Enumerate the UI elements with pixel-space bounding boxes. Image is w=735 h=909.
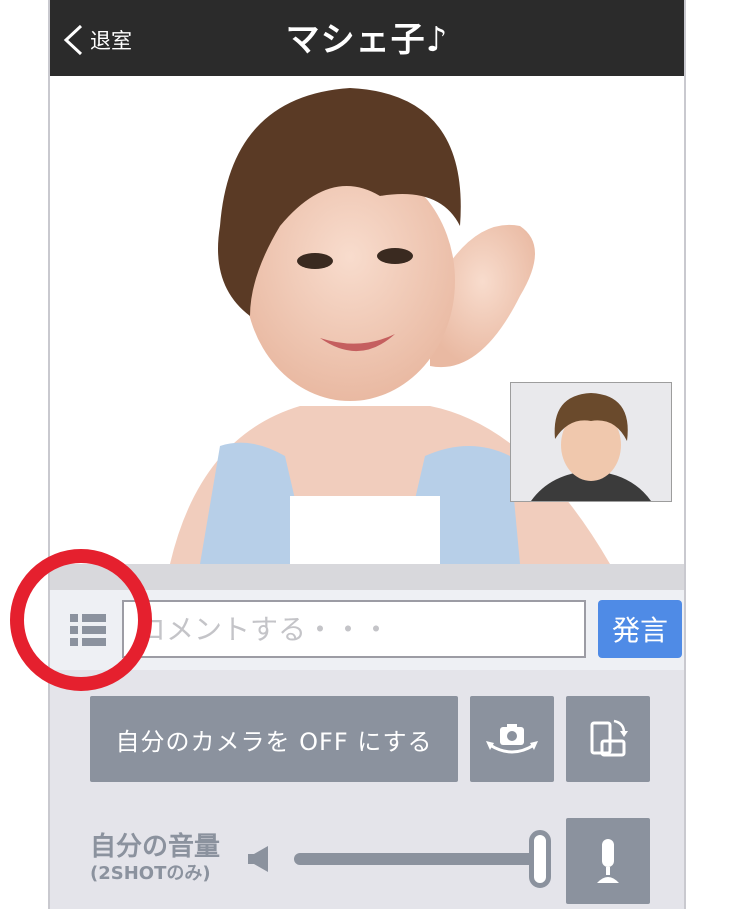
comment-input[interactable]: [122, 600, 586, 658]
microphone-icon: [597, 839, 619, 883]
comment-bar: 発言: [50, 590, 684, 670]
controls-panel: 自分のカメラを OFF にする 自分の音量 (2SHOTのみ): [50, 670, 684, 909]
divider: [50, 564, 684, 590]
list-button[interactable]: [66, 608, 110, 652]
rotate-screen-icon: [590, 719, 628, 757]
page-title: マシェ子♪: [285, 20, 449, 60]
microphone-button[interactable]: [566, 818, 650, 904]
volume-label: 自分の音量: [90, 832, 221, 862]
header-bar: マシェ子♪ 退室: [50, 0, 684, 76]
volume-slider-track[interactable]: [294, 853, 540, 865]
camera-off-button[interactable]: 自分のカメラを OFF にする: [90, 696, 458, 782]
camera-switch-icon: [486, 724, 538, 754]
video-chat-screen: マシェ子♪ 退室 コメントする・・・ 発言 自分のカメラを OFF にする 自分…: [48, 0, 686, 909]
volume-sublabel: (2SHOTのみ): [90, 863, 211, 884]
list-icon: [70, 614, 106, 646]
partner-video: [50, 76, 684, 564]
camera-switch-button[interactable]: [470, 696, 554, 782]
volume-slider-handle[interactable]: [529, 830, 551, 888]
speaker-icon: [248, 846, 268, 872]
self-preview[interactable]: [510, 382, 672, 502]
self-photo: [511, 383, 671, 501]
rotate-screen-button[interactable]: [566, 696, 650, 782]
back-button[interactable]: 退室: [62, 20, 132, 60]
chevron-left-icon: [63, 24, 83, 56]
back-label: 退室: [90, 29, 132, 53]
send-button[interactable]: 発言: [598, 600, 682, 658]
volume-label-group: 自分の音量 (2SHOTのみ): [90, 832, 220, 886]
